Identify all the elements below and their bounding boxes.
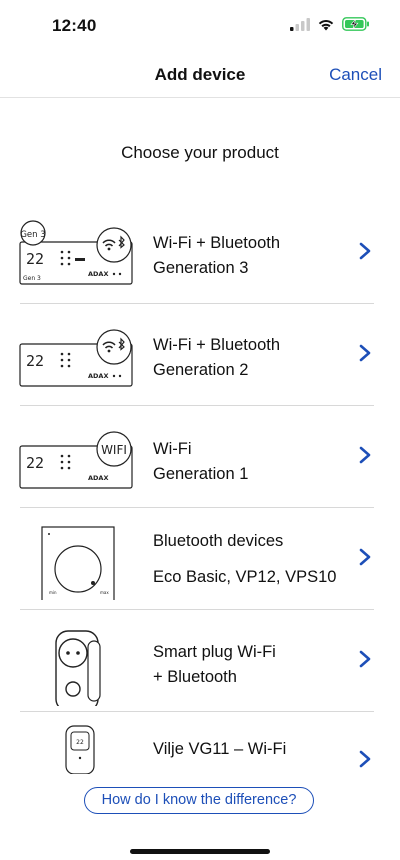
chevron-right-icon [359, 344, 371, 362]
cancel-button[interactable]: Cancel [329, 65, 382, 85]
svg-text:ADAX: ADAX [88, 270, 108, 278]
device-name: Bluetooth devices [153, 532, 284, 550]
device-row-wifi-gen1[interactable]: 22 WIFI ADAX Wi-Fi Generation 1 [0, 406, 400, 508]
svg-text:22: 22 [76, 739, 84, 746]
device-row-smart-plug[interactable]: Smart plug Wi-Fi + Bluetooth [0, 610, 400, 712]
smart-plug-thumbnail [55, 630, 101, 706]
device-row-wifi-bluetooth-gen3[interactable]: Gen 3 22 Gen 3 ADAX Wi-Fi + Bluetooth Ge… [0, 202, 400, 304]
device-models: Eco Basic, VP12, VPS10 [153, 568, 337, 586]
chevron-right-icon [359, 242, 371, 260]
svg-text:Gen 3: Gen 3 [23, 275, 41, 282]
battery-charging-icon [342, 17, 369, 31]
svg-text:ADAX: ADAX [88, 474, 108, 482]
chevron-right-icon [359, 548, 371, 566]
chevron-right-icon [359, 446, 371, 464]
cellular-signal-icon [290, 17, 310, 31]
heater-gen1-thumbnail: 22 WIFI ADAX [19, 431, 133, 489]
device-name: Wi-Fi + Bluetooth [153, 234, 281, 252]
device-name: Vilje VG11 – Wi-Fi [153, 740, 287, 758]
choose-product-heading: Choose your product [121, 143, 279, 162]
svg-text:ADAX: ADAX [88, 372, 108, 380]
device-list: Gen 3 22 Gen 3 ADAX Wi-Fi + Bluetooth Ge… [0, 202, 400, 776]
svg-text:max: max [100, 590, 109, 595]
status-icons [290, 17, 370, 31]
device-name: Wi-Fi + Bluetooth [153, 336, 281, 354]
chevron-right-icon [359, 750, 371, 768]
device-generation: Generation 3 [153, 259, 249, 277]
vilje-device-thumbnail: 22 [65, 725, 95, 774]
navigation-bar: Add device Cancel [0, 50, 400, 98]
heater-display-digits: 22 [26, 352, 44, 370]
heater-gen3-thumbnail: Gen 3 22 Gen 3 ADAX [19, 220, 133, 285]
heater-display-digits: 22 [26, 250, 44, 268]
heater-display-digits: 22 [26, 454, 44, 472]
heater-gen2-thumbnail: 22 ADAX [19, 329, 133, 387]
chevron-right-icon [359, 650, 371, 668]
device-name: Smart plug Wi-Fi [153, 643, 276, 661]
home-indicator[interactable] [130, 849, 270, 854]
status-time: 12:40 [52, 16, 97, 35]
thermostat-thumbnail: min max [41, 526, 115, 600]
device-name: Wi-Fi [153, 440, 192, 458]
device-row-bluetooth[interactable]: min max Bluetooth devices Eco Basic, VP1… [0, 508, 400, 610]
status-bar: 12:40 [0, 0, 400, 50]
device-generation: Generation 1 [153, 465, 249, 483]
device-name-continued: + Bluetooth [153, 668, 237, 686]
device-row-vilje[interactable]: 22 Vilje VG11 – Wi-Fi [0, 712, 400, 776]
difference-help-button[interactable]: How do I know the difference? [84, 787, 314, 814]
wifi-icon [318, 19, 334, 30]
gen3-badge-text: Gen 3 [20, 230, 45, 240]
wifi-badge-text: WIFI [101, 443, 127, 457]
device-row-wifi-bluetooth-gen2[interactable]: 22 ADAX Wi-Fi + Bluetooth Generation 2 [0, 304, 400, 406]
svg-text:min: min [49, 590, 57, 595]
device-generation: Generation 2 [153, 361, 249, 379]
